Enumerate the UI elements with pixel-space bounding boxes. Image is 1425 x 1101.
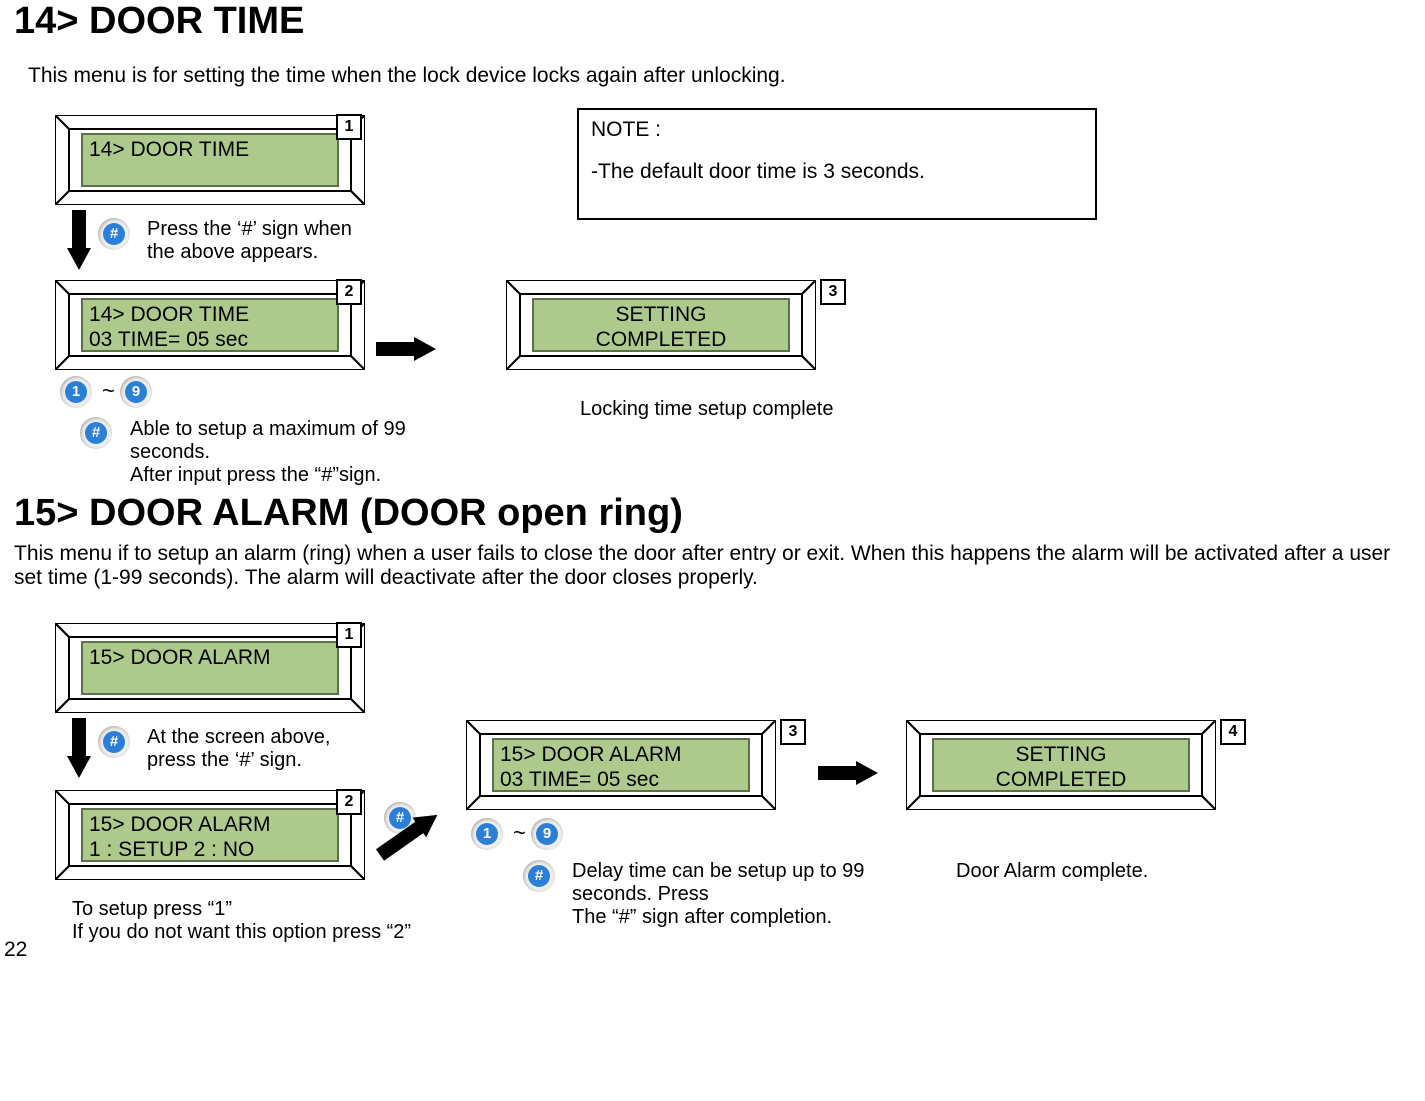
lcd-line1: SETTING [940,742,1182,767]
digit-range-15: 1 [469,816,505,852]
step15-3-help: Delay time can be setup up to 99 seconds… [572,860,882,929]
hash-key-icon: # [96,216,132,252]
hash-key-2: # [78,415,114,451]
note-title: NOTE : [591,118,1083,142]
hash-key-icon: # [96,724,132,760]
lcd-step15-2: 15> DOOR ALARM 1 : SETUP 2 : NO [55,790,365,880]
arrow-right-icon [856,761,878,785]
help-line2: The “#” sign after completion. [572,906,882,929]
tilde-icon: ~ [102,378,115,404]
section14-title: 14> DOOR TIME [14,0,304,43]
help-line1: Delay time can be setup up to 99 seconds… [572,860,882,906]
lcd-line2: 03 TIME= 05 sec [89,327,331,352]
step-badge-15-1: 1 [336,622,362,648]
page-number: 22 [4,938,27,962]
lcd-step15-1: 15> DOOR ALARM [55,623,365,713]
lcd-line1: 15> DOOR ALARM [89,645,331,670]
lcd-step14-1: 14> DOOR TIME [55,115,365,205]
lcd-line2: COMPLETED [940,767,1182,792]
lcd-step15-3: 15> DOOR ALARM 03 TIME= 05 sec [466,720,776,810]
arrow-down-icon [67,756,91,778]
lcd-line2: COMPLETED [540,327,782,352]
lcd-step15-4: SETTING COMPLETED [906,720,1216,810]
digit-1-icon: 1 [58,374,94,410]
arrow-right-icon [414,337,436,361]
step15-4-caption: Door Alarm complete. [956,860,1148,883]
lcd-screen: SETTING COMPLETED [532,298,790,352]
arrow-stem [818,766,858,780]
digit-range-15-high: 9 [529,816,565,852]
lcd-step14-2: 14> DOOR TIME 03 TIME= 05 sec [55,280,365,370]
lcd-screen: SETTING COMPLETED [932,738,1190,792]
step-badge-14-1: 1 [336,114,362,140]
lcd-line1: 15> DOOR ALARM [89,812,331,837]
digit-9-icon: 9 [118,374,154,410]
page: 14> DOOR TIME This menu is for setting t… [0,0,1425,1101]
lcd-screen: 14> DOOR TIME [81,133,339,187]
step14-2-help: Able to setup a maximum of 99 seconds. A… [130,418,420,487]
arrow-stem [376,342,416,356]
arrow-stem [72,210,86,250]
step-badge-14-2: 2 [336,279,362,305]
step15-1-press-text: At the screen above, press the ‘#’ sign. [147,726,377,772]
lcd-step14-3: SETTING COMPLETED [506,280,816,370]
tilde-icon: ~ [513,820,526,846]
help-line2: After input press the “#”sign. [130,464,420,487]
arrow-stem [72,718,86,758]
note-box: NOTE : -The default door time is 3 secon… [577,108,1097,220]
lcd-screen: 15> DOOR ALARM [81,641,339,695]
lcd-line1: SETTING [540,302,782,327]
lcd-line1: 14> DOOR TIME [89,137,331,162]
step-badge-15-4: 4 [1220,719,1246,745]
hash-key-icon: # [521,858,557,894]
lcd-screen: 15> DOOR ALARM 1 : SETUP 2 : NO [81,808,339,862]
lcd-line2: 1 : SETUP 2 : NO [89,837,331,862]
step15-2-help: To setup press “1” If you do not want th… [72,898,412,944]
hash-key-15-1: # [96,724,132,760]
note-body: -The default door time is 3 seconds. [591,160,1083,184]
step-badge-15-3: 3 [780,719,806,745]
lcd-screen: 15> DOOR ALARM 03 TIME= 05 sec [492,738,750,792]
section15-intro: This menu if to setup an alarm (ring) wh… [14,542,1414,590]
step14-3-caption: Locking time setup complete [580,398,833,421]
lcd-screen: 14> DOOR TIME 03 TIME= 05 sec [81,298,339,352]
arrow-down-icon [67,248,91,270]
section14-intro: This menu is for setting the time when t… [28,64,786,88]
digit-9-icon: 9 [529,816,565,852]
lcd-line1: 15> DOOR ALARM [500,742,742,767]
help-line1: To setup press “1” [72,898,412,921]
help-line2: If you do not want this option press “2” [72,921,412,944]
hash-key-15-3: # [521,858,557,894]
digit-1-icon: 1 [469,816,505,852]
step-badge-14-3: 3 [820,279,846,305]
hash-key-1: # [96,216,132,252]
lcd-line2: 03 TIME= 05 sec [500,767,742,792]
help-line1: Able to setup a maximum of 99 seconds. [130,418,420,464]
digit-range-high: 9 [118,374,154,410]
section15-title: 15> DOOR ALARM (DOOR open ring) [14,492,683,535]
digit-range: 1 [58,374,94,410]
lcd-line1: 14> DOOR TIME [89,302,331,327]
step14-1-press-text: Press the ‘#’ sign when the above appear… [147,218,377,264]
step-badge-15-2: 2 [336,789,362,815]
hash-key-icon: # [78,415,114,451]
